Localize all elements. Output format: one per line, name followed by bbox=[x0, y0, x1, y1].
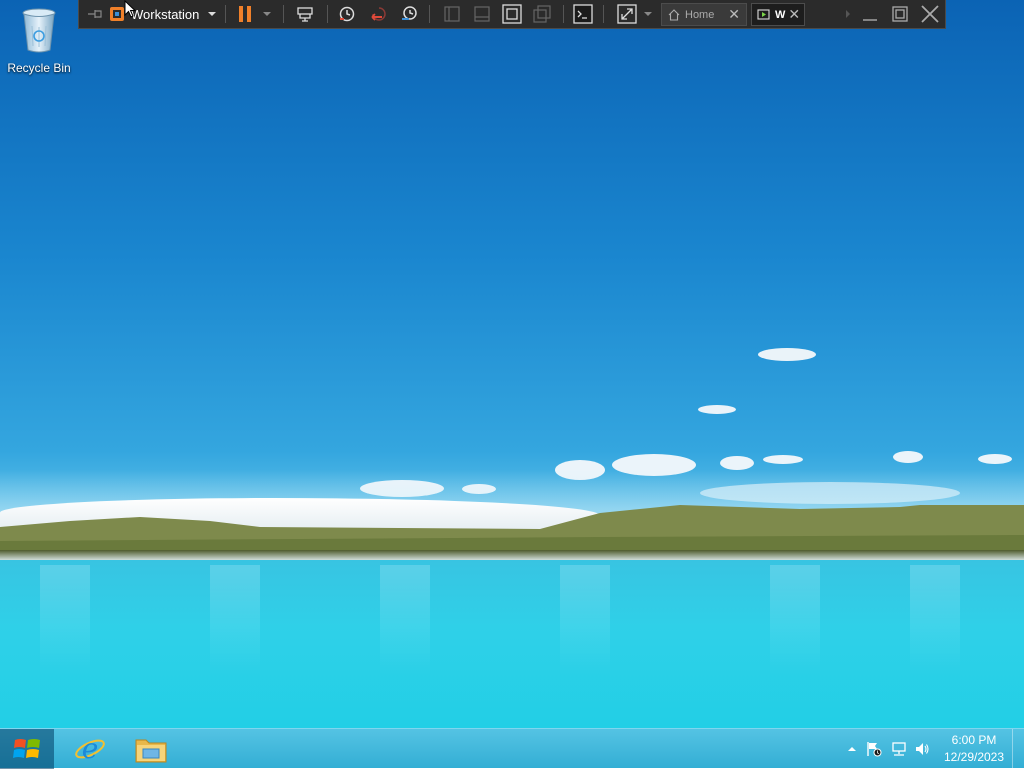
terminal-icon bbox=[573, 4, 593, 24]
close-icon[interactable]: ✕ bbox=[728, 6, 740, 23]
cloud bbox=[758, 348, 816, 361]
tab-vm-label: W bbox=[775, 8, 786, 21]
reflection bbox=[380, 565, 430, 675]
file-explorer-icon bbox=[135, 739, 167, 763]
console-view-button[interactable] bbox=[571, 0, 595, 28]
show-desktop-button[interactable] bbox=[1012, 729, 1024, 769]
taskbar: e 6:00 PM 12/29/2023 bbox=[0, 728, 1024, 769]
cloud bbox=[893, 451, 923, 463]
unity-button[interactable] bbox=[530, 0, 554, 28]
power-dropdown-button[interactable] bbox=[259, 0, 275, 28]
vm-icon bbox=[757, 8, 770, 20]
recycle-bin-label: Recycle Bin bbox=[7, 61, 71, 75]
revert-snapshot-button[interactable] bbox=[367, 0, 391, 28]
lake bbox=[0, 560, 1024, 728]
pin-icon bbox=[88, 10, 102, 18]
cloud bbox=[978, 454, 1012, 464]
reflection bbox=[210, 565, 260, 675]
tab-vm[interactable]: W ✕ bbox=[751, 3, 805, 26]
internet-explorer-icon: e bbox=[75, 733, 105, 765]
vmware-toolbar: Workstation Home ✕ W ✕ bbox=[78, 0, 946, 29]
stretch-icon bbox=[617, 4, 637, 24]
snapshot-icon bbox=[339, 6, 355, 22]
cloud bbox=[698, 405, 736, 414]
snapshot-manager-icon bbox=[402, 6, 417, 20]
pin-toolbar-button[interactable] bbox=[85, 0, 105, 28]
vmware-logo-icon bbox=[110, 7, 124, 21]
minimize-button[interactable] bbox=[859, 0, 881, 28]
stretch-guest-button[interactable] bbox=[615, 0, 639, 28]
network-icon bbox=[892, 742, 906, 756]
speaker-icon bbox=[916, 743, 929, 755]
action-center-button[interactable] bbox=[866, 741, 882, 757]
chevron-up-icon bbox=[848, 747, 856, 751]
cloud bbox=[720, 456, 754, 470]
mouse-cursor-icon bbox=[124, 0, 136, 18]
reflection bbox=[560, 565, 610, 675]
workstation-title: Workstation bbox=[131, 6, 200, 22]
cloud bbox=[763, 455, 803, 464]
home-icon bbox=[668, 8, 680, 21]
close-icon[interactable]: ✕ bbox=[788, 6, 800, 23]
volume-button[interactable] bbox=[914, 741, 930, 757]
chevron-down-icon bbox=[208, 12, 217, 16]
reflection bbox=[910, 565, 960, 675]
clock-date: 12/29/2023 bbox=[943, 750, 1005, 764]
start-button[interactable] bbox=[0, 729, 54, 769]
hills bbox=[0, 505, 1024, 555]
restore-icon bbox=[892, 6, 908, 22]
windows-logo-icon bbox=[13, 739, 40, 758]
thumbnail-bar-icon bbox=[474, 6, 490, 22]
clock-time: 6:00 PM bbox=[951, 733, 997, 747]
show-thumbnail-bar-button[interactable] bbox=[471, 0, 493, 28]
close-icon bbox=[921, 5, 939, 23]
taskbar-clock[interactable]: 6:00 PM 12/29/2023 bbox=[940, 732, 1008, 766]
chevron-down-icon bbox=[644, 12, 652, 16]
keyboard-icon bbox=[297, 7, 313, 22]
minimize-icon bbox=[863, 19, 877, 21]
chevron-down-icon bbox=[263, 12, 271, 16]
tab-home-label: Home bbox=[685, 8, 715, 21]
unity-icon bbox=[533, 5, 551, 23]
taskbar-internet-explorer[interactable]: e bbox=[62, 729, 118, 769]
desktop-icon-recycle-bin[interactable]: Recycle Bin bbox=[4, 6, 74, 75]
reflection bbox=[770, 565, 820, 675]
take-snapshot-button[interactable] bbox=[335, 0, 359, 28]
revert-snapshot-icon bbox=[371, 7, 386, 21]
reflection bbox=[40, 565, 90, 675]
flag-icon bbox=[867, 742, 882, 757]
stretch-dropdown-button[interactable] bbox=[641, 0, 655, 28]
close-button[interactable] bbox=[919, 0, 941, 28]
taskbar-file-explorer[interactable] bbox=[123, 729, 179, 769]
send-ctrl-alt-del-button[interactable] bbox=[293, 0, 317, 28]
desktop-background[interactable] bbox=[0, 0, 1024, 728]
show-library-button[interactable] bbox=[441, 0, 463, 28]
pause-button[interactable] bbox=[233, 0, 257, 28]
tab-home[interactable]: Home ✕ bbox=[661, 3, 747, 26]
library-panel-icon bbox=[444, 6, 460, 22]
svg-text:e: e bbox=[82, 733, 99, 765]
pause-icon bbox=[239, 6, 251, 22]
chevron-right-icon bbox=[846, 10, 850, 18]
show-hidden-icons-button[interactable] bbox=[844, 741, 860, 757]
network-button[interactable] bbox=[891, 741, 907, 757]
snapshot-manager-button[interactable] bbox=[397, 0, 421, 28]
full-screen-icon bbox=[502, 4, 522, 24]
restore-button[interactable] bbox=[889, 0, 911, 28]
tab-scroll-right-button[interactable] bbox=[841, 0, 855, 28]
full-screen-button[interactable] bbox=[500, 0, 524, 28]
recycle-bin-icon bbox=[22, 8, 56, 53]
